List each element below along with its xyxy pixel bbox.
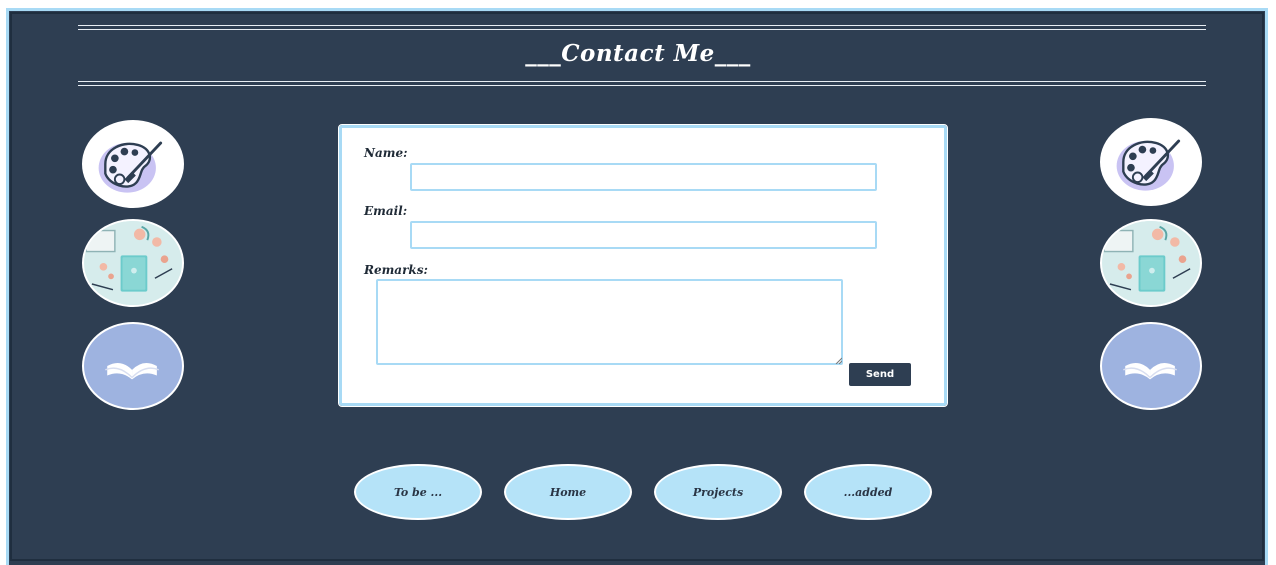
nav-to-be-button[interactable]: To be ... [354,464,482,520]
remarks-label: Remarks: [364,263,428,277]
palette-icon [1100,118,1202,206]
palette-icon [82,120,184,208]
email-label: Email: [364,204,408,218]
header-rule-top [78,25,1206,30]
name-label: Name: [364,146,408,160]
desk-illustration [1100,219,1202,307]
contact-form: Name: Email: Remarks: Send [338,124,948,407]
page-title: ___Contact Me___ [525,40,751,67]
remarks-textarea[interactable] [376,279,843,365]
name-field[interactable] [410,163,877,191]
open-book-icon [1100,322,1202,410]
resize-grip-icon[interactable] [835,357,842,364]
nav-home-button[interactable]: Home [504,464,632,520]
send-button[interactable]: Send [849,363,911,386]
header-rule-bottom [78,81,1206,86]
desk-illustration [82,219,184,307]
email-field[interactable] [410,221,877,249]
nav-projects-button[interactable]: Projects [654,464,782,520]
nav-added-button[interactable]: ...added [804,464,932,520]
open-book-icon [82,322,184,410]
